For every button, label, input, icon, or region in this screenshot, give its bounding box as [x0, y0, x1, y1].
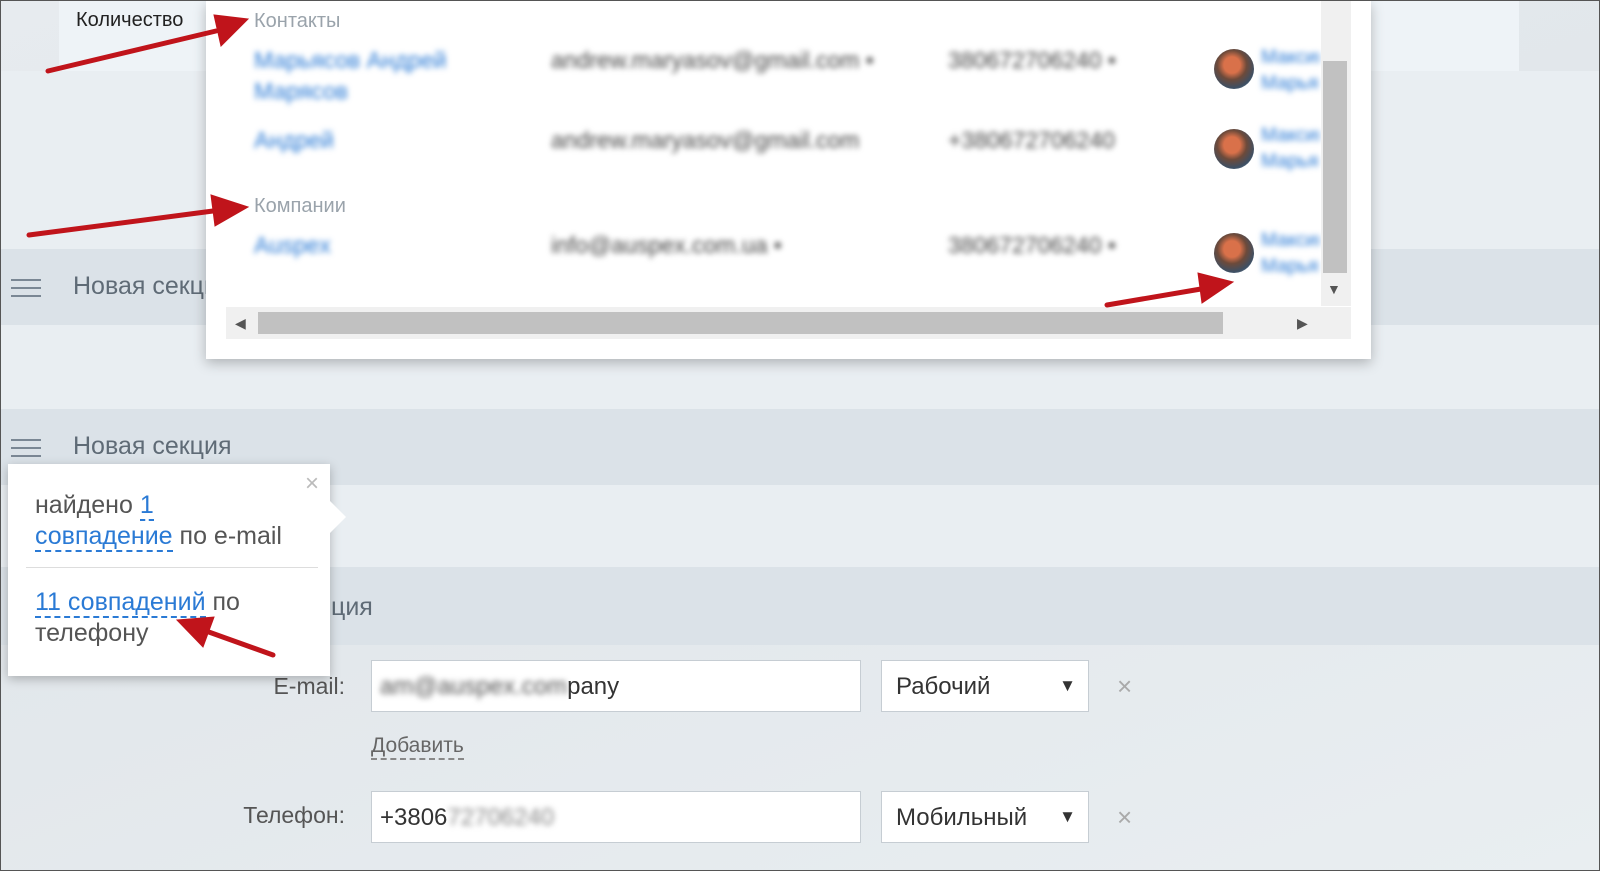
annotation-arrowhead [210, 194, 250, 227]
annotation-arrowhead [175, 616, 215, 648]
annotation-arrow [1104, 286, 1204, 308]
annotation-arrow [26, 208, 216, 238]
annotation-arrow [203, 628, 276, 658]
annotation-arrowhead [213, 14, 250, 47]
annotation-arrowhead [1197, 272, 1235, 304]
screen: Количество Новая секция Новая секция ция… [0, 0, 1600, 871]
annotation-arrow [45, 28, 219, 74]
annotation-arrows [26, 14, 1235, 658]
